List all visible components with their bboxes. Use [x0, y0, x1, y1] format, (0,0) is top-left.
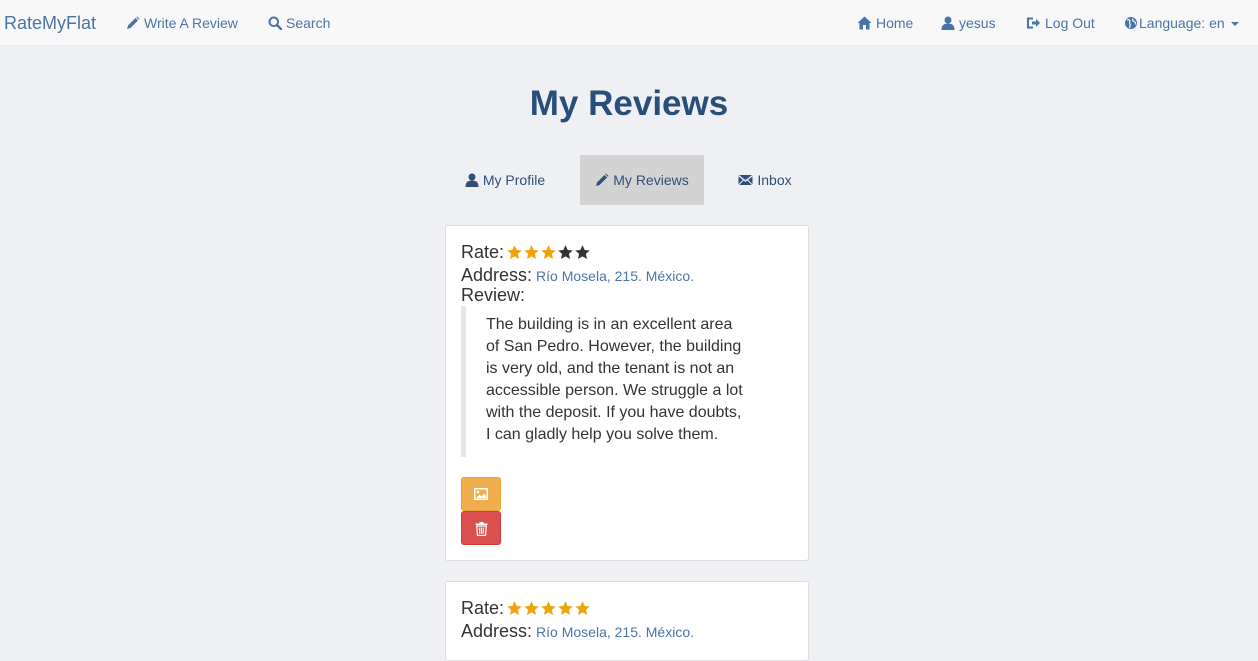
- user-icon: [941, 16, 955, 30]
- address-row: Address: Río Mosela, 215. México.: [461, 621, 694, 642]
- star-filled-icon: [541, 601, 556, 615]
- tab-inbox[interactable]: Inbox: [724, 155, 806, 205]
- review-card: Rate: Address: Río Mosela, 215. México.: [445, 581, 809, 661]
- star-rating: [506, 244, 591, 261]
- home-icon: [857, 16, 872, 29]
- address-label: Address:: [461, 265, 533, 285]
- address-link[interactable]: Río Mosela, 215. México.: [536, 624, 694, 640]
- pencil-icon: [596, 173, 609, 186]
- image-icon: [474, 488, 488, 500]
- brand-link[interactable]: RateMyFlat: [4, 0, 96, 45]
- review-label: Review:: [461, 285, 526, 305]
- write-review-link[interactable]: Write A Review: [126, 0, 238, 45]
- tab-my-reviews[interactable]: My Reviews: [580, 155, 704, 205]
- review-text: The building is in an excellent area of …: [461, 306, 743, 457]
- pencil-icon: [127, 16, 140, 29]
- navbar: RateMyFlat Write A Review Search Home ye…: [0, 0, 1258, 46]
- rate-label: Rate:: [461, 242, 505, 262]
- star-filled-icon: [575, 601, 590, 615]
- profile-link[interactable]: yesus: [941, 0, 996, 45]
- logout-link[interactable]: Log Out: [1026, 0, 1095, 45]
- star-empty-icon: [558, 245, 573, 259]
- address-label: Address:: [461, 621, 533, 641]
- tab-my-profile[interactable]: My Profile: [450, 155, 560, 205]
- tab-label: My Reviews: [613, 172, 689, 188]
- language-label: Language: en: [1139, 14, 1225, 31]
- rate-row: Rate:: [461, 598, 591, 619]
- tab-label: Inbox: [757, 172, 792, 188]
- page-title: My Reviews: [529, 84, 729, 123]
- username-label: yesus: [959, 14, 996, 31]
- rate-row: Rate:: [461, 242, 591, 263]
- user-icon: [465, 173, 479, 187]
- search-link[interactable]: Search: [268, 0, 330, 45]
- envelope-icon: [738, 174, 754, 186]
- logout-icon: [1027, 17, 1040, 28]
- search-label: Search: [286, 14, 331, 31]
- tab-label: My Profile: [482, 172, 546, 188]
- review-card: Rate: Address: Río Mosela, 215. México. …: [445, 225, 809, 561]
- globe-icon: [1125, 16, 1137, 29]
- logout-label: Log Out: [1045, 14, 1095, 31]
- home-label: Home: [876, 14, 914, 31]
- address-link[interactable]: Río Mosela, 215. México.: [536, 268, 694, 284]
- language-dropdown[interactable]: Language: en: [1124, 0, 1239, 45]
- home-link[interactable]: Home: [857, 0, 913, 45]
- star-rating: [506, 600, 591, 617]
- address-row: Address: Río Mosela, 215. México.: [461, 265, 694, 286]
- star-filled-icon: [558, 601, 573, 615]
- write-review-label: Write A Review: [144, 14, 238, 31]
- star-empty-icon: [575, 245, 590, 259]
- caret-down-icon: [1230, 21, 1239, 26]
- star-filled-icon: [507, 245, 522, 259]
- delete-review-button[interactable]: [461, 511, 501, 545]
- star-filled-icon: [524, 601, 539, 615]
- star-filled-icon: [541, 245, 556, 259]
- rate-label: Rate:: [461, 598, 505, 618]
- review-row: Review:: [461, 285, 525, 306]
- add-photo-button[interactable]: [461, 477, 501, 511]
- star-filled-icon: [507, 601, 522, 615]
- star-filled-icon: [524, 245, 539, 259]
- search-icon: [268, 16, 282, 30]
- trash-icon: [475, 521, 487, 536]
